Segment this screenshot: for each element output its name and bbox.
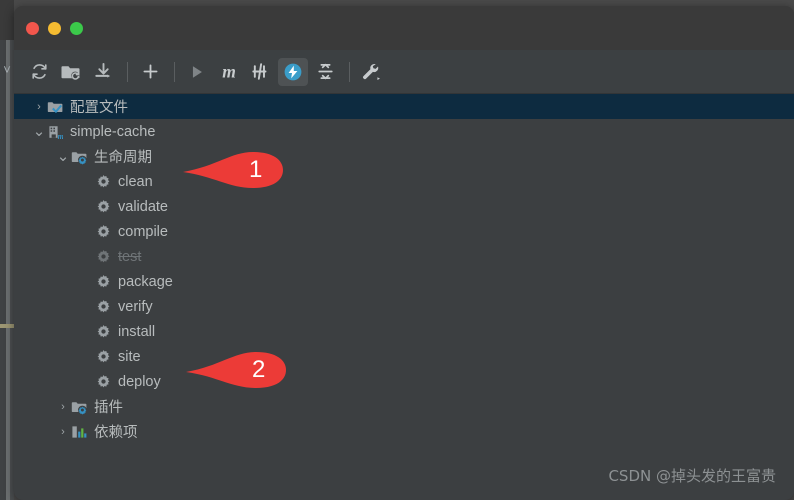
reload-all-maven-projects-button[interactable] — [24, 58, 54, 86]
twisty-placeholder — [80, 369, 94, 394]
download-sources-button[interactable] — [88, 58, 118, 86]
tree-row-生命周期[interactable]: ⌄ 生命周期 — [14, 144, 794, 169]
tree-row-label: compile — [118, 223, 168, 240]
twisty-placeholder — [80, 344, 94, 369]
execute-maven-goal-button[interactable]: m — [214, 58, 244, 86]
svg-text:m: m — [222, 61, 236, 81]
app-window: m › 配置文件 ⌄ simple-cache ⌄ 生命周期 clean val… — [14, 6, 794, 500]
twisty-placeholder — [80, 219, 94, 244]
tree-row-插件[interactable]: › 插件 — [14, 394, 794, 419]
tree-row-label: validate — [118, 198, 168, 215]
tree-rows-container: › 配置文件⌄ m simple-cache⌄ 生命周期 clean valid… — [14, 94, 794, 444]
gutter-change-marker — [0, 324, 14, 328]
goal-gear-icon — [94, 244, 112, 269]
maven-toolbar: m — [14, 50, 794, 94]
tree-row-label: clean — [118, 173, 153, 190]
twisty-placeholder — [80, 319, 94, 344]
tree-row-label: test — [118, 248, 142, 265]
tree-row-site[interactable]: site — [14, 344, 794, 369]
tree-row-label: install — [118, 323, 156, 340]
screenshot-root: ˅ m › 配置文件 ⌄ simple-cache ⌄ 生命周期 clean v… — [0, 0, 794, 500]
toolbar-separator — [127, 61, 128, 82]
zoom-button[interactable] — [70, 22, 83, 35]
twisty-placeholder — [80, 194, 94, 219]
dependencies-icon — [70, 419, 88, 444]
tree-row-label: deploy — [118, 373, 161, 390]
folder-refresh-icon — [61, 62, 81, 81]
minimize-button[interactable] — [48, 22, 61, 35]
chevron-down-icon[interactable]: ⌄ — [56, 144, 70, 169]
tree-row-label: 生命周期 — [94, 150, 152, 166]
tree-row-label: verify — [118, 298, 153, 315]
tree-row-label: package — [118, 273, 173, 290]
csdn-watermark: CSDN @掉头发的王富贵 — [608, 467, 776, 485]
traffic-light-group — [26, 22, 83, 35]
maven-projects-tree[interactable]: › 配置文件⌄ m simple-cache⌄ 生命周期 clean valid… — [14, 94, 794, 500]
background-top-strip — [0, 0, 14, 40]
tree-row-simple-cache[interactable]: ⌄ m simple-cache — [14, 119, 794, 144]
offline-bolt-icon — [283, 62, 303, 82]
tree-row-配置文件[interactable]: › 配置文件 — [14, 94, 794, 119]
toggle-offline-mode-button[interactable] — [278, 57, 308, 86]
tree-row-依赖项[interactable]: › 依赖项 — [14, 419, 794, 444]
tree-row-label: site — [118, 348, 141, 365]
profiles-folder-icon — [46, 94, 64, 119]
maven-m-icon: m — [217, 61, 241, 83]
plus-icon — [141, 62, 160, 81]
tree-row-label: 插件 — [94, 400, 123, 416]
background-editor-gutter — [0, 40, 14, 500]
skip-tests-icon — [251, 61, 272, 82]
collapse-all-icon — [316, 62, 335, 81]
run-triangle-icon — [188, 63, 206, 81]
toolbar-separator — [349, 61, 350, 82]
goal-gear-icon — [94, 194, 112, 219]
goal-gear-icon — [94, 369, 112, 394]
gutter-bar-light — [6, 40, 10, 500]
maven-settings-button[interactable] — [357, 58, 387, 86]
tree-row-deploy[interactable]: deploy — [14, 369, 794, 394]
goal-gear-icon — [94, 319, 112, 344]
twisty-placeholder — [80, 294, 94, 319]
goal-gear-icon — [94, 269, 112, 294]
lifecycle-folder-icon — [70, 144, 88, 169]
close-button[interactable] — [26, 22, 39, 35]
goal-gear-icon — [94, 344, 112, 369]
twisty-placeholder — [80, 169, 94, 194]
run-maven-build-button[interactable] — [182, 58, 212, 86]
twisty-placeholder — [80, 269, 94, 294]
maven-project-icon: m — [46, 119, 64, 144]
window-titlebar — [14, 6, 794, 50]
tree-row-verify[interactable]: verify — [14, 294, 794, 319]
chevron-right-icon[interactable]: › — [32, 94, 46, 119]
toolbar-separator — [174, 61, 175, 82]
tree-row-test[interactable]: test — [14, 244, 794, 269]
collapse-all-button[interactable] — [310, 58, 340, 86]
add-maven-project-button[interactable] — [135, 58, 165, 86]
tree-row-clean[interactable]: clean — [14, 169, 794, 194]
chevron-right-icon[interactable]: › — [56, 419, 70, 444]
generate-sources-button[interactable] — [56, 58, 86, 86]
plugins-folder-icon — [70, 394, 88, 419]
chevron-down-icon[interactable]: ⌄ — [32, 119, 46, 144]
tree-row-package[interactable]: package — [14, 269, 794, 294]
goal-gear-icon — [94, 294, 112, 319]
tree-row-label: simple-cache — [70, 123, 156, 140]
goal-gear-icon — [94, 169, 112, 194]
wrench-icon — [361, 62, 383, 82]
tree-row-label: 依赖项 — [94, 425, 138, 441]
tree-row-label: 配置文件 — [70, 100, 128, 116]
background-chevron-icon: ˅ — [3, 62, 11, 77]
chevron-right-icon[interactable]: › — [56, 394, 70, 419]
toggle-skip-tests-button[interactable] — [246, 58, 276, 86]
tree-row-compile[interactable]: compile — [14, 219, 794, 244]
tree-row-validate[interactable]: validate — [14, 194, 794, 219]
goal-gear-icon — [94, 219, 112, 244]
tree-row-install[interactable]: install — [14, 319, 794, 344]
download-icon — [94, 62, 113, 81]
refresh-icon — [30, 62, 49, 81]
twisty-placeholder — [80, 244, 94, 269]
svg-text:m: m — [58, 132, 63, 140]
